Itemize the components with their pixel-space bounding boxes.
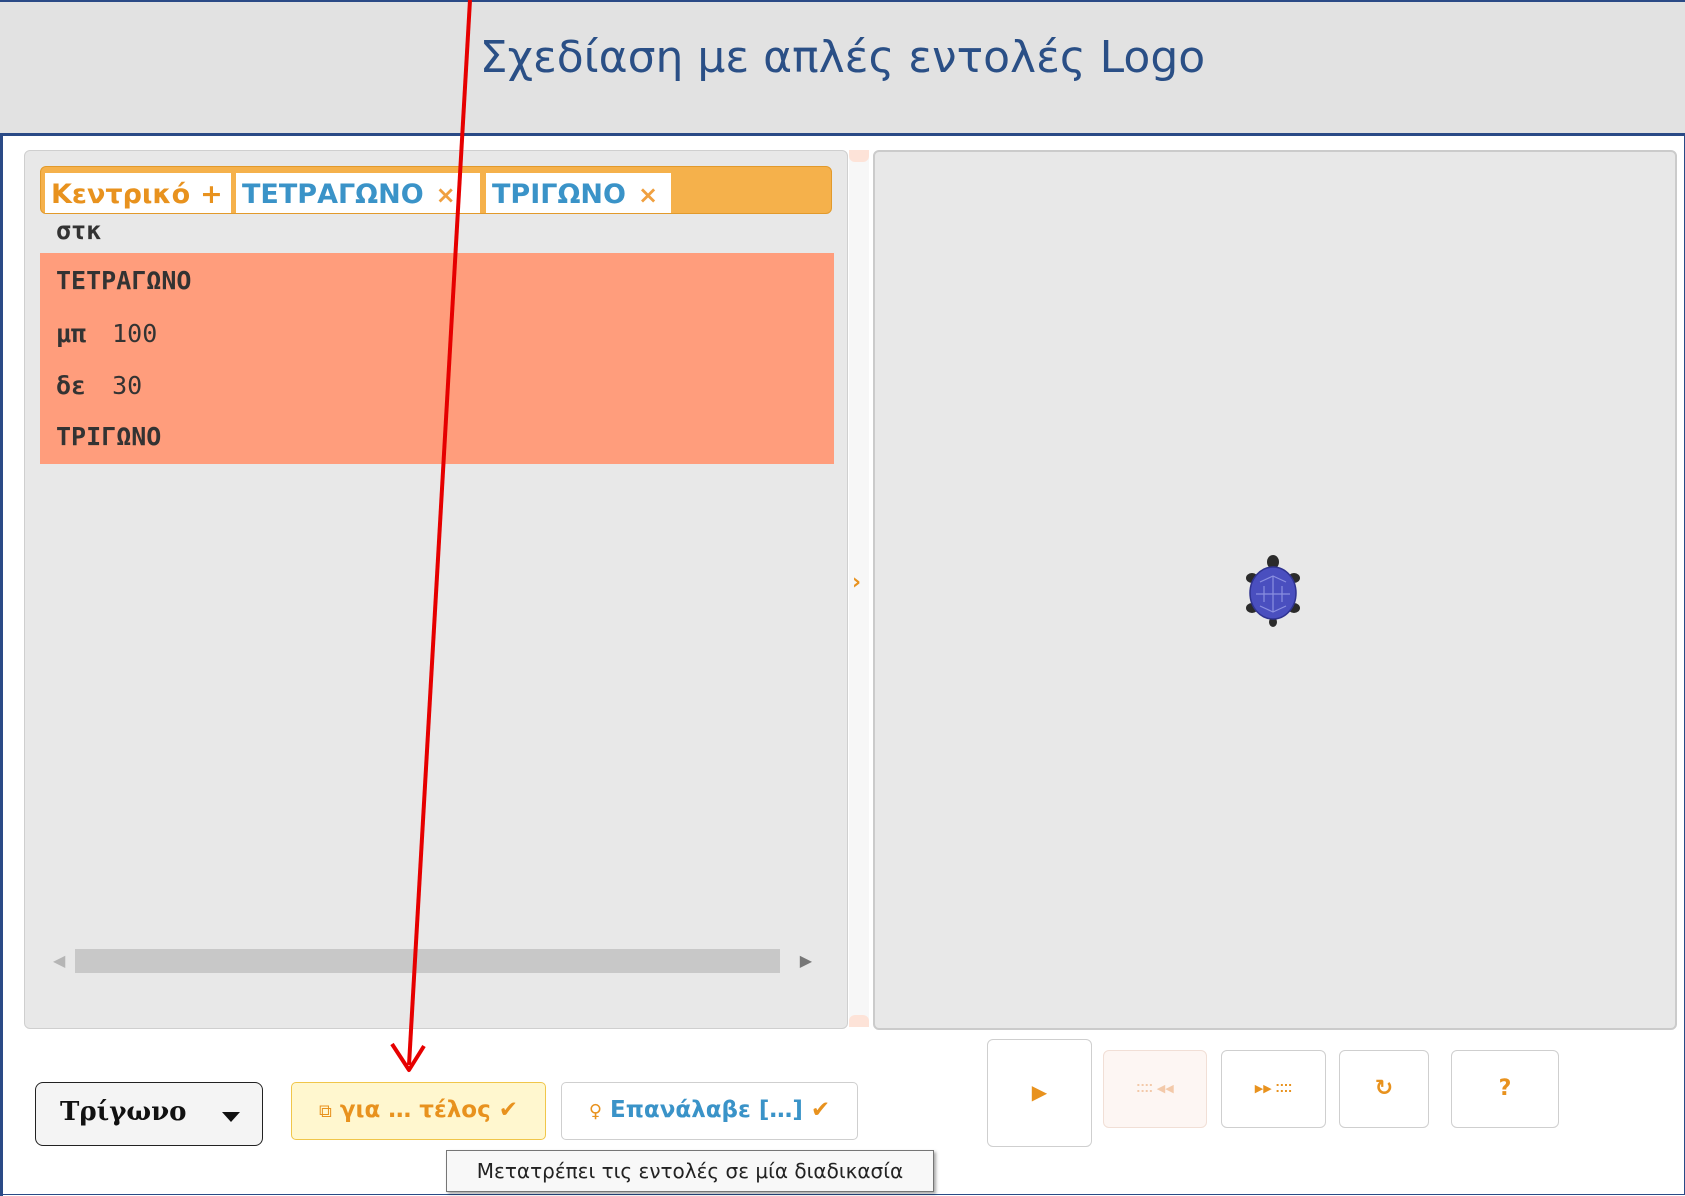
procedure-button[interactable]: ⧉ για … τέλος ✔ [291, 1082, 546, 1140]
code-command: στκ [56, 216, 102, 245]
procedure-button-label: για … τέλος [339, 1097, 491, 1123]
page-header: Σχεδίαση με απλές εντολές Logo [0, 0, 1685, 136]
scrollbar-thumb[interactable] [75, 949, 780, 973]
shape-select[interactable]: Τρίγωνο [35, 1082, 263, 1146]
code-editor-panel: Κεντρικό + ΤΕΤΡΑΓΩΝΟ × ΤΡΙΓΩΝΟ × στκ ΤΕΤΡΑΓ… [24, 150, 848, 1029]
code-command: ΤΡΙΓΩΝΟ [56, 422, 162, 451]
check-icon: ✔ [810, 1097, 831, 1123]
code-command: μπ [56, 319, 87, 348]
splitter-cap [849, 150, 869, 162]
chevron-right-icon[interactable]: › [852, 570, 861, 595]
code-argument: 30 [112, 371, 143, 400]
run-button[interactable]: ▶ [987, 1039, 1092, 1147]
code-command: δε [56, 371, 87, 400]
drawing-canvas[interactable] [873, 150, 1677, 1030]
panel-splitter[interactable]: › [849, 150, 869, 1027]
page-left-border [0, 136, 3, 1196]
chevron-down-icon [222, 1112, 240, 1122]
code-line-highlighted[interactable]: δε 30 [40, 358, 834, 413]
step-forward-button[interactable]: ▶▶ ⁚⁚⁚⁚ [1221, 1050, 1326, 1128]
code-line-highlighted[interactable]: ΤΡΙΓΩΝΟ [40, 409, 834, 464]
code-line-highlighted[interactable]: μπ 100 [40, 306, 834, 361]
help-button[interactable]: ? [1451, 1050, 1559, 1128]
turtle-icon [1246, 555, 1300, 627]
code-command: ΤΕΤΡΑΓΩΝΟ [56, 266, 192, 295]
reset-button[interactable]: ↻ [1339, 1050, 1429, 1128]
page-title: Σχεδίαση με απλές εντολές Logo [479, 32, 1206, 83]
repeat-button[interactable]: ♀ Επανάλαβε […] ✔ [561, 1082, 858, 1140]
code-line[interactable]: στκ [40, 203, 834, 258]
code-argument: 100 [112, 319, 158, 348]
repeat-button-label: Επανάλαβε […] [610, 1097, 803, 1123]
shape-select-value: Τρίγωνο [60, 1097, 187, 1127]
horizontal-scrollbar[interactable]: ◀ ▶ [41, 946, 834, 976]
tooltip: Μετατρέπει τις εντολές σε μία διαδικασία [446, 1150, 934, 1192]
scroll-left-icon[interactable]: ◀ [53, 951, 65, 970]
lightbulb-icon: ♀ [588, 1101, 603, 1122]
check-icon: ✔ [498, 1097, 519, 1123]
scroll-right-icon[interactable]: ▶ [800, 951, 812, 970]
step-back-button[interactable]: ⁚⁚⁚⁚ ◀◀ [1103, 1050, 1207, 1128]
window-restore-icon: ⧉ [318, 1101, 332, 1122]
splitter-cap [849, 1015, 869, 1027]
code-line-highlighted[interactable]: ΤΕΤΡΑΓΩΝΟ [40, 253, 834, 308]
